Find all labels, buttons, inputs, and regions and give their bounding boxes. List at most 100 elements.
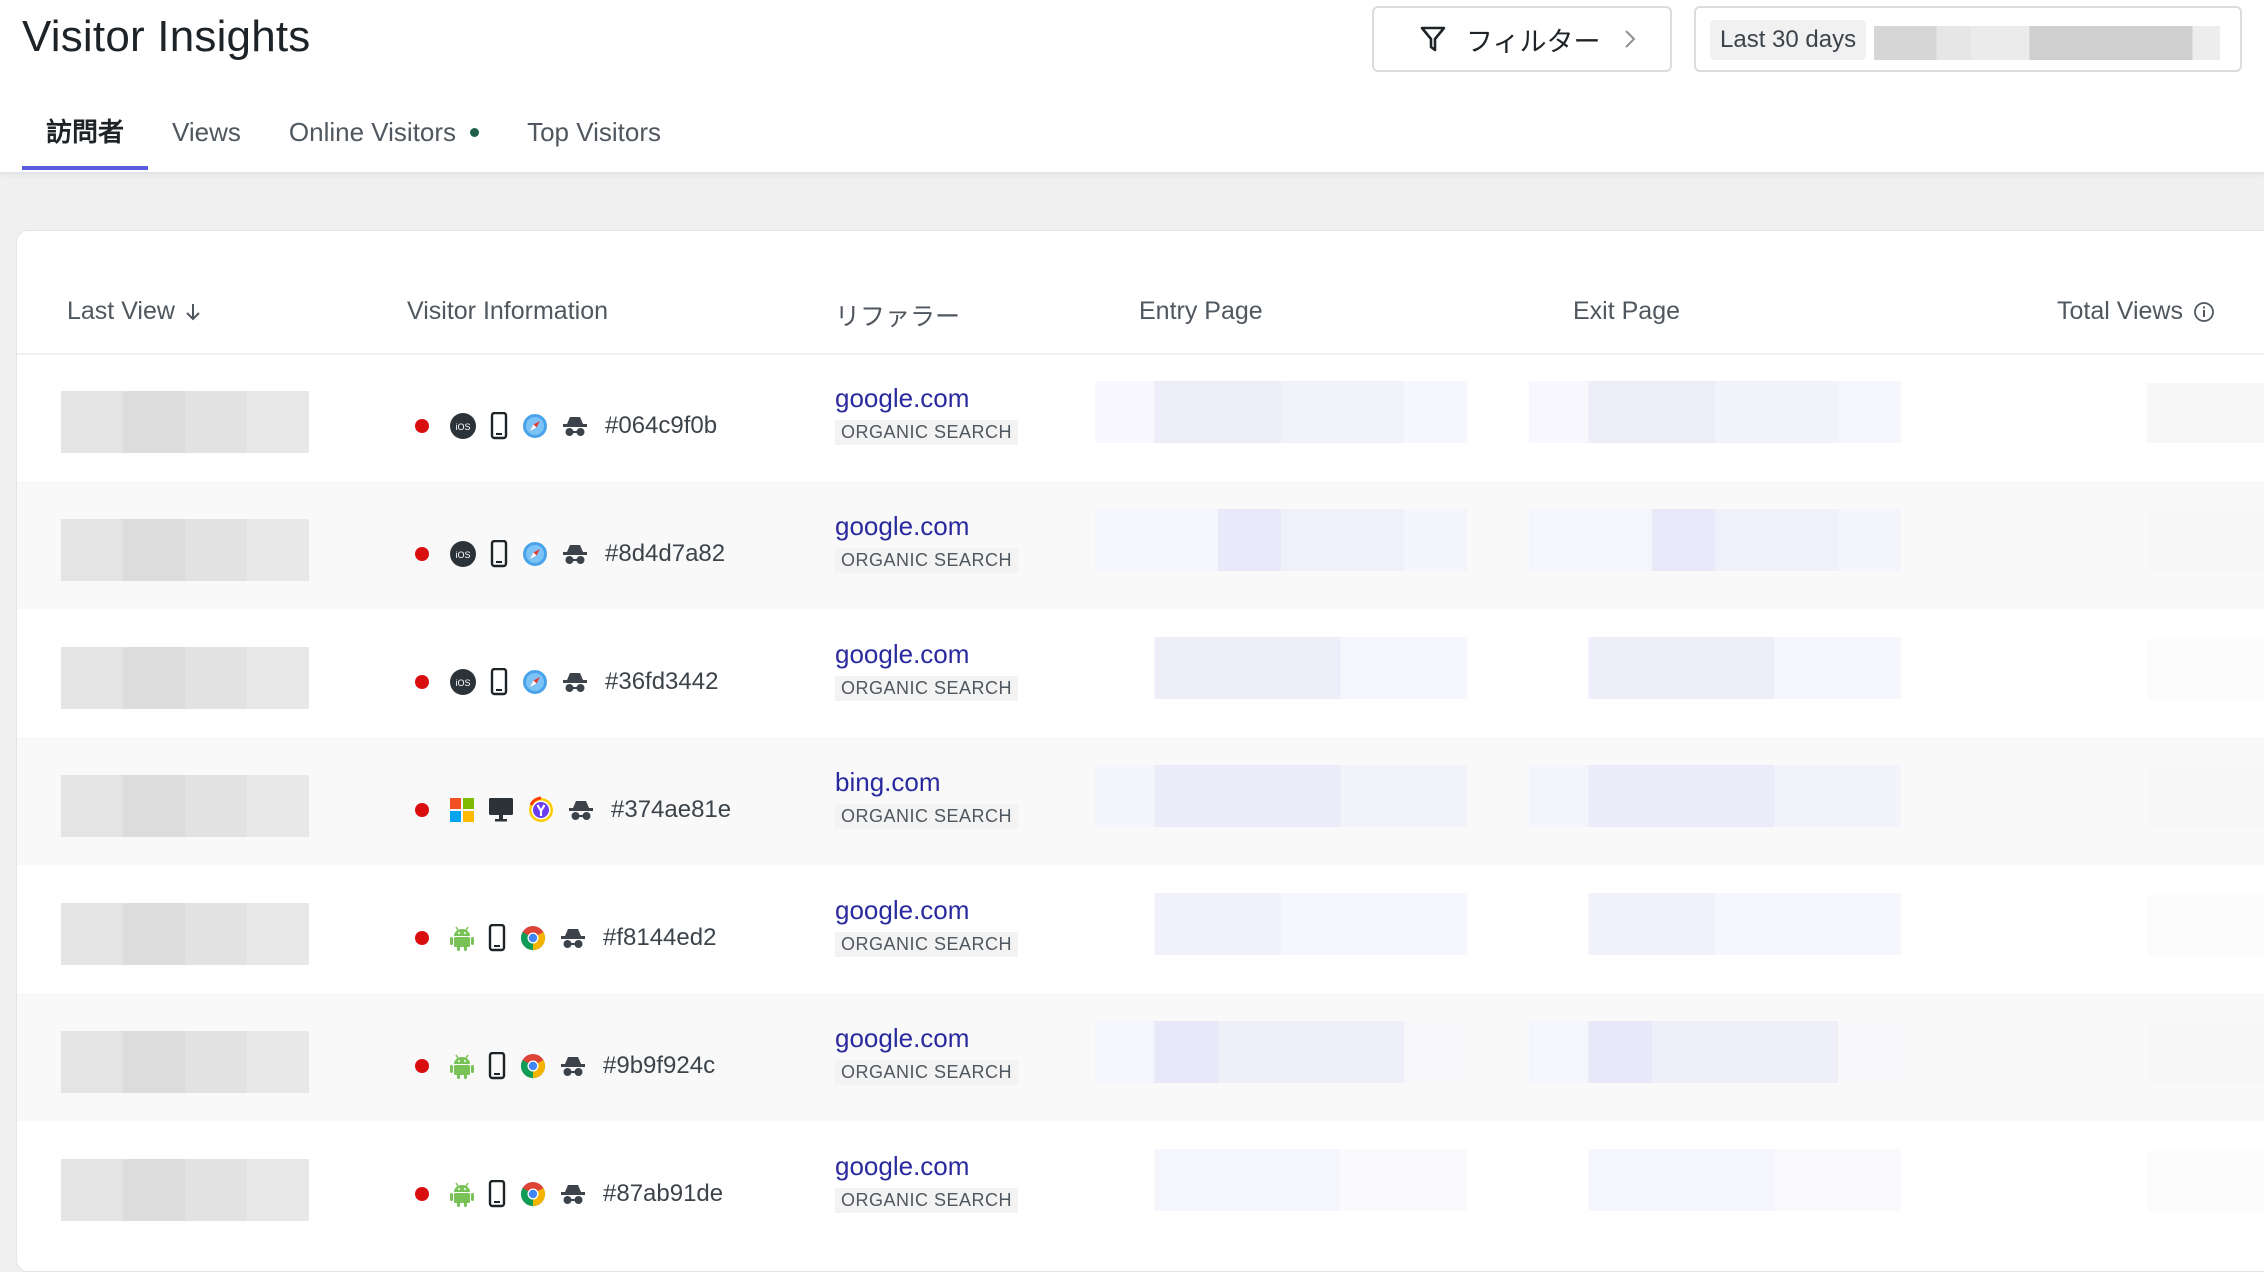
ios-icon: iOS <box>449 668 477 696</box>
exit-page-link[interactable] <box>1529 509 1901 571</box>
android-icon <box>449 1052 475 1080</box>
referrer-link[interactable]: google.com <box>835 511 1018 542</box>
column-label: リファラー <box>835 303 961 331</box>
safari-icon <box>521 412 549 440</box>
column-total-views: Total Views <box>2057 297 2215 326</box>
visitor-info: #87ab91de <box>415 1179 723 1209</box>
info-icon[interactable] <box>2193 301 2215 323</box>
referrer-link[interactable]: google.com <box>835 639 1018 670</box>
visitor-id: #36fd3442 <box>605 668 719 695</box>
total-views-value <box>2147 383 2264 443</box>
entry-page-link[interactable] <box>1095 1021 1467 1083</box>
referrer: google.com ORGANIC SEARCH <box>835 1023 1019 1085</box>
tab-visitors[interactable]: 訪問者 <box>22 108 149 170</box>
tab-views[interactable]: Views <box>148 108 265 170</box>
visitor-info: #f8144ed2 <box>415 923 716 953</box>
entry-page-link[interactable] <box>1095 509 1467 571</box>
total-views-value <box>2147 1151 2264 1211</box>
total-views-value <box>2147 1023 2264 1083</box>
incognito-icon <box>561 542 589 566</box>
status-dot <box>415 547 429 561</box>
tab-online-visitors[interactable]: Online Visitors <box>265 108 503 170</box>
last-view-value <box>61 775 309 837</box>
entry-page-link[interactable] <box>1095 893 1467 955</box>
entry-page-link[interactable] <box>1095 637 1467 699</box>
column-referrer: リファラー <box>835 297 960 333</box>
last-view-value <box>61 647 309 709</box>
table-row[interactable]: #87ab91de google.com ORGANIC SEARCH <box>17 1121 2264 1249</box>
mobile-icon <box>487 924 507 952</box>
table-row[interactable]: iOS #36fd3442 google.com ORGANIC SEARCH <box>17 609 2264 737</box>
page-title: Visitor Insights <box>22 12 311 61</box>
exit-page-link[interactable] <box>1529 765 1901 827</box>
table-row[interactable]: #f8144ed2 google.com ORGANIC SEARCH <box>17 865 2264 993</box>
filter-label: フィルター <box>1466 26 1601 57</box>
exit-page-link[interactable] <box>1529 1021 1901 1083</box>
incognito-icon <box>559 1054 587 1078</box>
tab-label: 訪問者 <box>46 117 125 147</box>
visitor-info: #374ae81e <box>415 795 731 825</box>
referrer-type-badge: ORGANIC SEARCH <box>835 1188 1019 1213</box>
entry-page-link[interactable] <box>1095 765 1467 827</box>
chrome-icon <box>519 924 547 952</box>
exit-page-link[interactable] <box>1529 381 1901 443</box>
column-entry-page: Entry Page <box>1139 297 1263 326</box>
windows-icon <box>449 797 475 823</box>
visitor-info: iOS #064c9f0b <box>415 411 717 441</box>
desktop-icon <box>487 796 515 824</box>
entry-page-link[interactable] <box>1095 381 1467 443</box>
column-last-view[interactable]: Last View <box>67 297 201 326</box>
referrer-link[interactable]: google.com <box>835 1023 1018 1054</box>
column-label: Exit Page <box>1573 297 1681 325</box>
ios-icon: iOS <box>449 540 477 568</box>
exit-page-link[interactable] <box>1529 1149 1901 1211</box>
referrer-link[interactable]: google.com <box>835 895 1018 926</box>
column-label: Visitor Information <box>407 297 609 325</box>
date-range-picker[interactable]: Last 30 days <box>1694 6 2242 72</box>
top-bar: Visitor Insights フィルター Last 30 days 訪問者 … <box>0 0 2264 174</box>
table-row[interactable]: #374ae81e bing.com ORGANIC SEARCH <box>17 737 2264 865</box>
tab-label: Top Visitors <box>527 117 661 147</box>
column-visitor-information: Visitor Information <box>407 297 608 326</box>
filter-button[interactable]: フィルター <box>1372 6 1672 72</box>
last-view-value <box>61 391 309 453</box>
table-row[interactable]: iOS #8d4d7a82 google.com ORGANIC SEARCH <box>17 481 2264 609</box>
tab-top-visitors[interactable]: Top Visitors <box>503 108 685 170</box>
incognito-icon <box>567 798 595 822</box>
referrer-type-badge: ORGANIC SEARCH <box>835 420 1019 445</box>
table-row[interactable]: iOS #064c9f0b google.com ORGANIC SEARCH <box>17 353 2264 481</box>
exit-page-link[interactable] <box>1529 637 1901 699</box>
referrer: google.com ORGANIC SEARCH <box>835 895 1019 957</box>
status-dot <box>415 1059 429 1073</box>
table-row[interactable]: #9b9f924c google.com ORGANIC SEARCH <box>17 993 2264 1121</box>
total-views-value <box>2147 767 2264 827</box>
incognito-icon <box>561 414 589 438</box>
date-range-label: Last 30 days <box>1710 20 1867 60</box>
referrer-link[interactable]: google.com <box>835 383 1018 414</box>
sort-down-arrow-icon <box>186 303 200 320</box>
status-dot <box>415 931 429 945</box>
referrer-link[interactable]: bing.com <box>835 767 1018 798</box>
referrer: google.com ORGANIC SEARCH <box>835 511 1019 573</box>
android-icon <box>449 924 475 952</box>
visitor-id: #f8144ed2 <box>603 924 717 951</box>
column-label: Last View <box>67 297 175 325</box>
incognito-icon <box>561 670 589 694</box>
safari-icon <box>521 668 549 696</box>
table-header: Last View Visitor Information リファラー Entr… <box>17 231 2264 355</box>
tab-label: Views <box>172 117 241 147</box>
column-exit-page: Exit Page <box>1573 297 1680 326</box>
last-view-value <box>61 1031 309 1093</box>
last-view-value <box>61 1159 309 1221</box>
android-icon <box>449 1180 475 1208</box>
visitor-id: #9b9f924c <box>603 1052 716 1079</box>
total-views-value <box>2147 639 2264 699</box>
exit-page-link[interactable] <box>1529 893 1901 955</box>
date-range-value <box>1874 26 2220 60</box>
total-views-value <box>2147 895 2264 955</box>
status-dot <box>415 803 429 817</box>
yandex-icon <box>527 796 555 824</box>
referrer-link[interactable]: google.com <box>835 1151 1018 1182</box>
entry-page-link[interactable] <box>1095 1149 1467 1211</box>
safari-icon <box>521 540 549 568</box>
